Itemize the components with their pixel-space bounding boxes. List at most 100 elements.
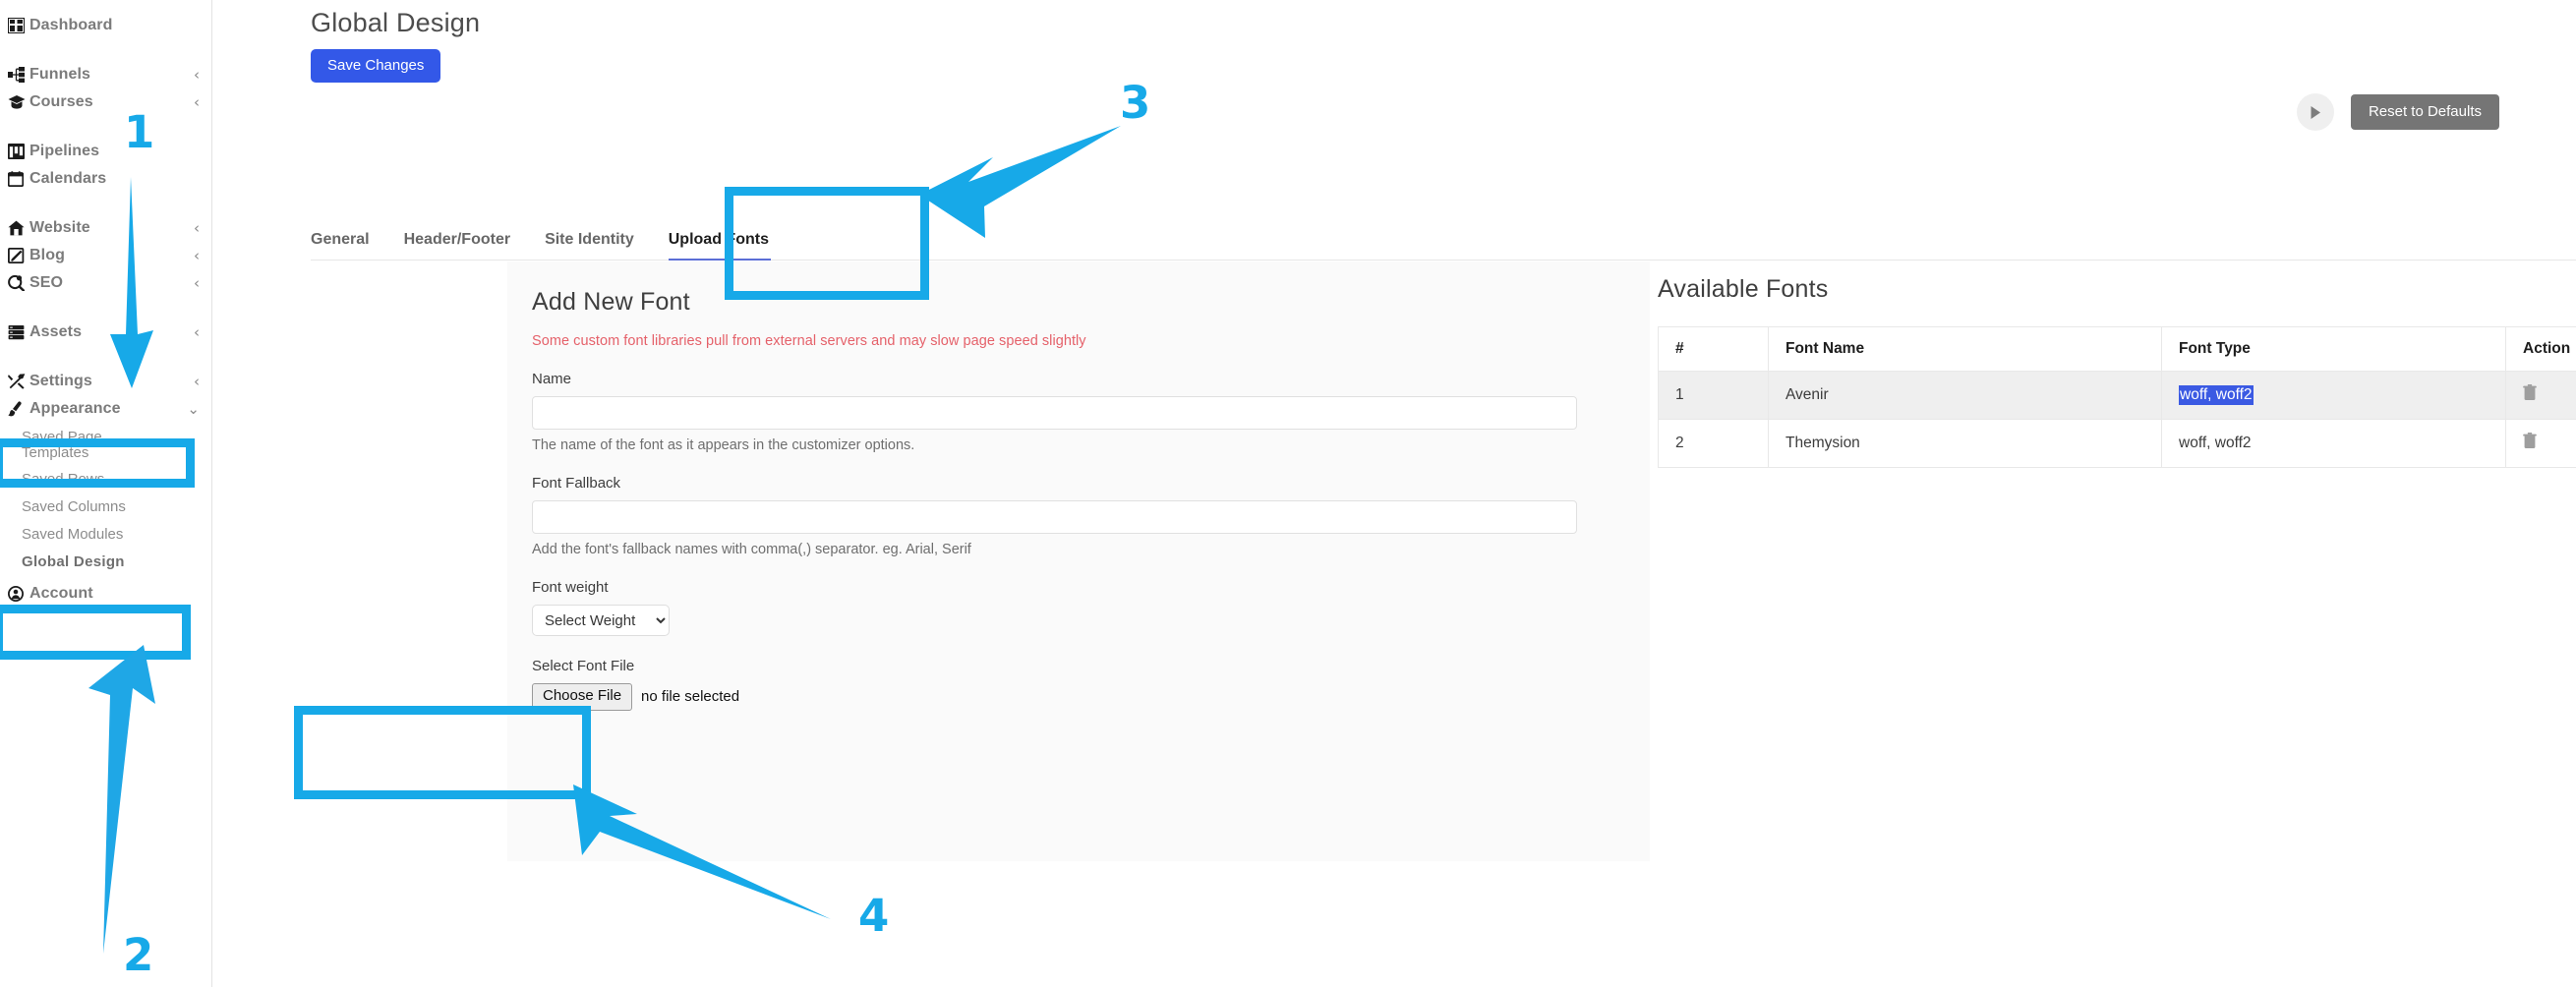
chevron-left-icon[interactable]: ‹ [194,221,200,236]
sidebar-item-assets[interactable]: Assets ‹ [0,319,211,346]
sidebar-item-blog[interactable]: Blog ‹ [0,242,211,269]
chevron-down-icon[interactable]: ⌄ [187,402,200,417]
table-row[interactable]: 2 Themysion woff, woff2 [1659,420,2576,468]
trash-icon[interactable] [2523,433,2537,454]
font-name-input[interactable] [532,396,1577,430]
table-row[interactable]: 1 Avenir woff, woff2 [1659,372,2576,420]
appearance-brush-icon [8,400,29,418]
select-font-file-label: Select Font File [532,658,1650,674]
sidebar-item-label: Pipelines [29,143,200,160]
fallback-helper-text: Add the font's fallback names with comma… [532,542,1650,557]
font-file-row: Choose File no file selected [532,683,1650,711]
sidebar-subitem-saved-modules[interactable]: Saved Modules [0,521,211,549]
cell-font-type: woff, woff2 [2162,420,2506,468]
tab-header-footer[interactable]: Header/Footer [404,231,510,260]
sidebar-subitem-saved-page-templates[interactable]: Saved Page Templates [0,423,211,466]
cell-action [2506,372,2576,420]
sidebar-item-label: SEO [29,274,194,292]
settings-tools-icon [8,373,29,390]
play-circle-icon[interactable] [2297,93,2334,131]
available-fonts-section: Available Fonts # Font Name Font Type Ac… [1658,275,2576,468]
chevron-left-icon[interactable]: ‹ [194,95,200,110]
name-helper-text: The name of the font as it appears in th… [532,437,1650,453]
table-body: 1 Avenir woff, woff2 2 Themys [1659,372,2576,468]
sidebar-item-label: Calendars [29,170,200,188]
trash-icon[interactable] [2523,384,2537,406]
selected-text: woff, woff2 [2179,385,2254,405]
sidebar-item-appearance[interactable]: Appearance ⌄ [0,395,211,423]
column-header-action: Action [2506,327,2576,372]
tab-bar: General Header/Footer Site Identity Uplo… [311,211,2576,261]
cell-action [2506,420,2576,468]
choose-file-button[interactable]: Choose File [532,683,632,711]
table-head: # Font Name Font Type Action [1659,327,2576,372]
top-right-controls: Reset to Defaults [2297,93,2499,131]
sidebar-item-label: Courses [29,93,194,111]
tab-upload-fonts[interactable]: Upload Fonts [669,231,769,260]
calendar-icon [8,170,29,188]
courses-graduation-cap-icon [8,93,29,111]
font-fallback-label: Font Fallback [532,475,1650,492]
font-fallback-input[interactable] [532,500,1577,534]
cell-font-name: Themysion [1769,420,2162,468]
sidebar-group-3: Pipelines Calendars [0,138,211,193]
pipelines-columns-icon [8,143,29,160]
page-title: Global Design [311,8,480,38]
cell-index: 2 [1659,420,1769,468]
sidebar-group-6: Settings ‹ Appearance ⌄ Saved Page Templ… [0,368,211,608]
sidebar-group-1: Dashboard [0,12,211,39]
tab-site-identity[interactable]: Site Identity [545,231,634,260]
sidebar-subitem-global-design[interactable]: Global Design [0,549,211,576]
sidebar-group-5: Assets ‹ [0,319,211,346]
reset-to-defaults-button[interactable]: Reset to Defaults [2351,94,2499,130]
sidebar-item-label: Funnels [29,66,194,84]
sidebar-subitem-label: Saved Page [22,430,102,445]
sidebar-item-label: Blog [29,247,194,264]
save-changes-button[interactable]: Save Changes [311,49,440,83]
chevron-left-icon[interactable]: ‹ [194,276,200,291]
sidebar-item-seo[interactable]: SEO ‹ [0,269,211,297]
sidebar-item-courses[interactable]: Courses ‹ [0,88,211,116]
sidebar-subitem-label-line2: Templates [22,445,88,461]
add-new-font-panel: Add New Font Some custom font libraries … [507,261,1650,861]
account-user-circle-icon [8,585,29,603]
font-warning-text: Some custom font libraries pull from ext… [532,333,1650,349]
seo-magnifier-icon [8,274,29,292]
column-header-font-name: Font Name [1769,327,2162,372]
chevron-left-icon[interactable]: ‹ [194,249,200,263]
sidebar-item-label: Assets [29,323,194,341]
sidebar-item-label: Website [29,219,194,237]
sidebar-item-settings[interactable]: Settings ‹ [0,368,211,395]
funnels-sitemap-icon [8,66,29,84]
font-weight-label: Font weight [532,579,1650,596]
sidebar-subitem-saved-rows[interactable]: Saved Rows [0,466,211,494]
sidebar-item-label: Settings [29,373,194,390]
website-home-icon [8,219,29,237]
sidebar-item-dashboard[interactable]: Dashboard [0,12,211,39]
blog-pen-icon [8,247,29,264]
sidebar-group-2: Funnels ‹ Courses ‹ [0,61,211,116]
tab-general[interactable]: General [311,231,370,260]
cell-index: 1 [1659,372,1769,420]
sidebar-item-calendars[interactable]: Calendars [0,165,211,193]
sidebar-item-account[interactable]: Account [0,580,211,608]
sidebar-item-label: Dashboard [29,17,200,34]
dashboard-grid-icon [8,17,29,34]
chevron-left-icon[interactable]: ‹ [194,375,200,389]
font-weight-select[interactable]: Select Weight [532,605,670,636]
add-new-font-title: Add New Font [532,288,1650,317]
sidebar-item-pipelines[interactable]: Pipelines [0,138,211,165]
cell-font-type: woff, woff2 [2162,372,2506,420]
column-header-index: # [1659,327,1769,372]
sidebar: Dashboard Funnels ‹ Courses ‹ [0,0,212,987]
chevron-left-icon[interactable]: ‹ [194,68,200,83]
column-header-font-type: Font Type [2162,327,2506,372]
sidebar-subitem-saved-columns[interactable]: Saved Columns [0,494,211,521]
sidebar-item-funnels[interactable]: Funnels ‹ [0,61,211,88]
chevron-left-icon[interactable]: ‹ [194,325,200,340]
cell-font-name: Avenir [1769,372,2162,420]
main-content: Global Design Save Changes Reset to Defa… [212,0,2576,987]
file-status-text: no file selected [641,688,739,705]
sidebar-item-website[interactable]: Website ‹ [0,214,211,242]
available-fonts-title: Available Fonts [1658,275,2576,304]
